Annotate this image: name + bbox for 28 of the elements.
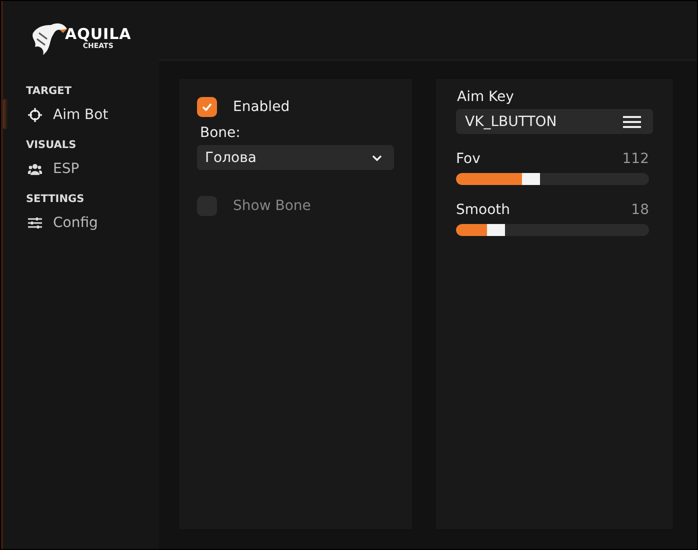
slider-value: 18 xyxy=(631,202,649,218)
slider-thumb[interactable] xyxy=(486,224,505,236)
check-icon xyxy=(202,103,212,111)
checkbox-label: Show Bone xyxy=(233,198,311,214)
field-label: Bone: xyxy=(199,125,242,141)
logo-title: AQUILA xyxy=(65,26,132,42)
field-label: Aim Key xyxy=(456,89,515,105)
keybind-field[interactable]: VK_LBUTTON xyxy=(456,109,653,134)
checkbox[interactable] xyxy=(197,97,217,117)
slider-label: Fov xyxy=(456,151,480,167)
slider-label: Smooth xyxy=(456,202,510,218)
chevron-down-icon xyxy=(372,154,382,160)
slider-value: 112 xyxy=(622,151,649,167)
section-heading: TARGET xyxy=(26,85,73,97)
slider-track[interactable] xyxy=(456,224,649,236)
users-icon xyxy=(28,163,42,175)
slider-thumb[interactable] xyxy=(522,173,540,185)
section-heading: VISUALS xyxy=(26,139,78,151)
bone-dropdown[interactable]: Голова xyxy=(197,145,394,170)
crosshair-icon xyxy=(28,108,42,122)
menu-icon xyxy=(623,116,641,128)
slider-track[interactable] xyxy=(456,173,649,185)
section-heading: SETTINGS xyxy=(26,193,86,205)
sliders-icon xyxy=(28,217,42,229)
sidebar-item[interactable]: Config xyxy=(53,215,98,231)
sidebar-item[interactable]: ESP xyxy=(53,161,80,177)
checkbox-label: Enabled xyxy=(233,99,290,115)
sidebar-item[interactable]: Aim Bot xyxy=(53,107,108,123)
